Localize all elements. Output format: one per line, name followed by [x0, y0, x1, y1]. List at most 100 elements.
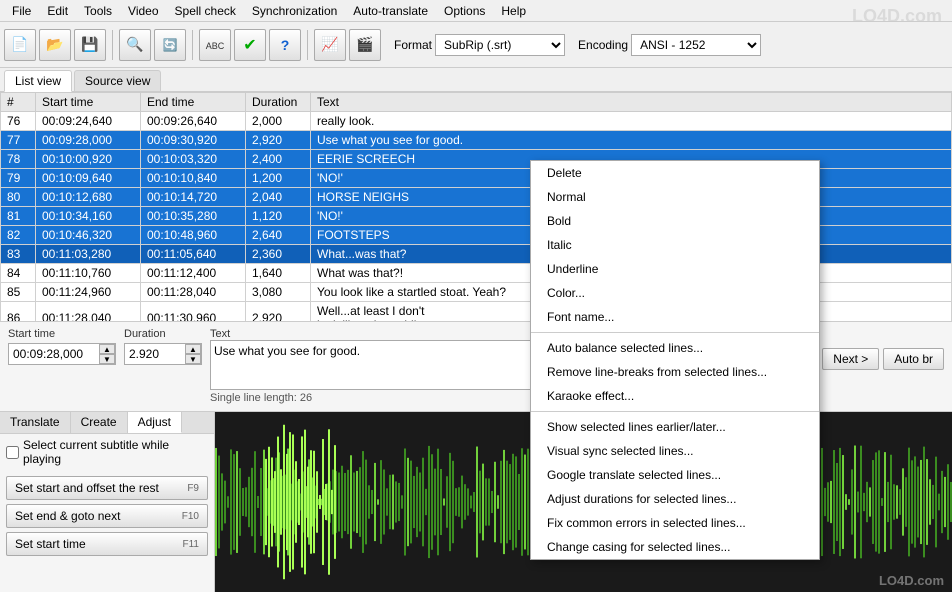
table-row[interactable]: 77 00:09:28,000 00:09:30,920 2,920 Use w… — [1, 131, 952, 150]
set-start-offset-key: F9 — [187, 483, 199, 494]
encoding-label: Encoding — [578, 38, 628, 52]
encoding-select[interactable]: ANSI - 1252 — [631, 34, 761, 56]
start-time-up[interactable]: ▲ — [99, 344, 115, 354]
watermark: LO4D.com — [852, 6, 942, 27]
duration-input[interactable] — [125, 344, 185, 364]
menu-spell-check[interactable]: Spell check — [167, 2, 244, 20]
waveform-watermark: LO4D.com — [879, 573, 944, 588]
context-menu-item-7[interactable]: Auto balance selected lines... — [531, 336, 819, 360]
set-start-offset-button[interactable]: Set start and offset the rest F9 — [6, 476, 208, 500]
start-time-spinners: ▲ ▼ — [99, 344, 115, 364]
help-icon — [281, 37, 290, 53]
tab-translate[interactable]: Translate — [0, 412, 71, 433]
cell-num: 82 — [1, 226, 36, 245]
menu-help[interactable]: Help — [493, 2, 534, 20]
menu-tools[interactable]: Tools — [76, 2, 120, 20]
duration-input-wrap: ▲ ▼ — [124, 343, 202, 365]
cell-dur: 2,000 — [246, 112, 311, 131]
context-menu-item-9[interactable]: Karaoke effect... — [531, 384, 819, 408]
menu-options[interactable]: Options — [436, 2, 493, 20]
video-button[interactable] — [349, 29, 381, 61]
toolbar: Format SubRip (.srt) Encoding ANSI - 125… — [0, 22, 952, 68]
start-time-down[interactable]: ▼ — [99, 354, 115, 364]
cell-num: 81 — [1, 207, 36, 226]
new-button[interactable] — [4, 29, 36, 61]
context-menu-item-15[interactable]: Change casing for selected lines... — [531, 535, 819, 559]
spell-button[interactable] — [199, 29, 231, 61]
duration-up[interactable]: ▲ — [185, 344, 201, 354]
context-menu-item-5[interactable]: Color... — [531, 281, 819, 305]
cell-num: 79 — [1, 169, 36, 188]
set-end-goto-button[interactable]: Set end & goto next F10 — [6, 504, 208, 528]
cell-start: 00:10:00,920 — [36, 150, 141, 169]
chart-button[interactable] — [314, 29, 346, 61]
duration-spinners: ▲ ▼ — [185, 344, 201, 364]
set-start-time-button[interactable]: Set start time F11 — [6, 532, 208, 556]
cell-start: 00:11:24,960 — [36, 283, 141, 302]
format-label: Format — [394, 38, 432, 52]
cell-start: 00:11:03,280 — [36, 245, 141, 264]
format-select[interactable]: SubRip (.srt) — [435, 34, 565, 56]
menu-synchronization[interactable]: Synchronization — [244, 2, 345, 20]
start-time-label: Start time — [8, 328, 116, 340]
context-menu-item-3[interactable]: Italic — [531, 233, 819, 257]
cell-dur: 2,920 — [246, 302, 311, 323]
cell-num: 76 — [1, 112, 36, 131]
cell-dur: 1,640 — [246, 264, 311, 283]
cell-dur: 2,640 — [246, 226, 311, 245]
menu-video[interactable]: Video — [120, 2, 166, 20]
context-menu: DeleteNormalBoldItalicUnderlineColor...F… — [530, 160, 820, 560]
context-menu-item-14[interactable]: Fix common errors in selected lines... — [531, 511, 819, 535]
tab-list-view[interactable]: List view — [4, 70, 72, 92]
duration-down[interactable]: ▼ — [185, 354, 201, 364]
context-menu-item-6[interactable]: Font name... — [531, 305, 819, 329]
check-button[interactable] — [234, 29, 266, 61]
cell-num: 83 — [1, 245, 36, 264]
next-button[interactable]: Next > — [822, 348, 879, 370]
cell-end: 00:09:30,920 — [141, 131, 246, 150]
cell-end: 00:11:12,400 — [141, 264, 246, 283]
cell-num: 86 — [1, 302, 36, 323]
context-menu-separator-9 — [531, 411, 819, 412]
save-icon — [81, 36, 98, 53]
context-menu-item-13[interactable]: Adjust durations for selected lines... — [531, 487, 819, 511]
menubar: File Edit Tools Video Spell check Synchr… — [0, 0, 952, 22]
context-menu-item-12[interactable]: Google translate selected lines... — [531, 463, 819, 487]
cell-end: 00:11:30,960 — [141, 302, 246, 323]
context-menu-item-1[interactable]: Normal — [531, 185, 819, 209]
tab-source-view[interactable]: Source view — [74, 70, 161, 91]
view-tabs: List view Source view — [0, 68, 952, 92]
open-button[interactable] — [39, 29, 71, 61]
find-button[interactable] — [119, 29, 151, 61]
col-end: End time — [141, 93, 246, 112]
table-row[interactable]: 76 00:09:24,640 00:09:26,640 2,000 reall… — [1, 112, 952, 131]
cell-dur: 2,400 — [246, 150, 311, 169]
cell-start: 00:10:34,160 — [36, 207, 141, 226]
duration-field: Duration ▲ ▼ — [124, 328, 202, 365]
chart-icon — [321, 36, 338, 53]
context-menu-item-4[interactable]: Underline — [531, 257, 819, 281]
col-start: Start time — [36, 93, 141, 112]
start-time-input[interactable] — [9, 344, 99, 364]
replace-button[interactable] — [154, 29, 186, 61]
cell-start: 00:10:09,640 — [36, 169, 141, 188]
set-start-time-key: F11 — [183, 539, 200, 550]
context-menu-item-8[interactable]: Remove line-breaks from selected lines..… — [531, 360, 819, 384]
auto-br-button[interactable]: Auto br — [883, 348, 944, 370]
context-menu-item-10[interactable]: Show selected lines earlier/later... — [531, 415, 819, 439]
context-menu-item-2[interactable]: Bold — [531, 209, 819, 233]
help-button[interactable] — [269, 29, 301, 61]
tab-create[interactable]: Create — [71, 412, 128, 433]
spell-icon — [206, 38, 225, 52]
checkbox-row: Select current subtitle while playing — [0, 434, 214, 470]
context-menu-item-11[interactable]: Visual sync selected lines... — [531, 439, 819, 463]
context-menu-item-0[interactable]: Delete — [531, 161, 819, 185]
tab-adjust[interactable]: Adjust — [128, 412, 182, 433]
col-text: Text — [311, 93, 952, 112]
menu-edit[interactable]: Edit — [39, 2, 76, 20]
save-button[interactable] — [74, 29, 106, 61]
menu-auto-translate[interactable]: Auto-translate — [345, 2, 436, 20]
select-subtitle-checkbox[interactable] — [6, 446, 19, 459]
cell-end: 00:10:14,720 — [141, 188, 246, 207]
menu-file[interactable]: File — [4, 2, 39, 20]
